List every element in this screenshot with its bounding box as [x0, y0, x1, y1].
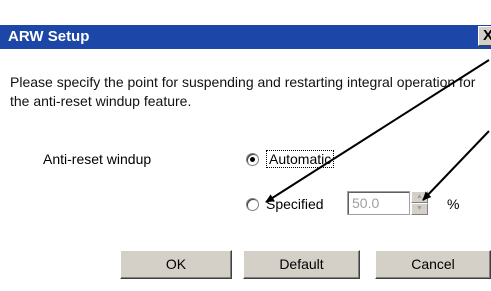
annotation-arrows: [265, 59, 490, 203]
arrow-to-spinner: [422, 130, 490, 201]
arrow-to-specified-radio: [265, 59, 490, 203]
arw-setup-dialog: ARW Setup X Please specify the point for…: [0, 0, 491, 291]
